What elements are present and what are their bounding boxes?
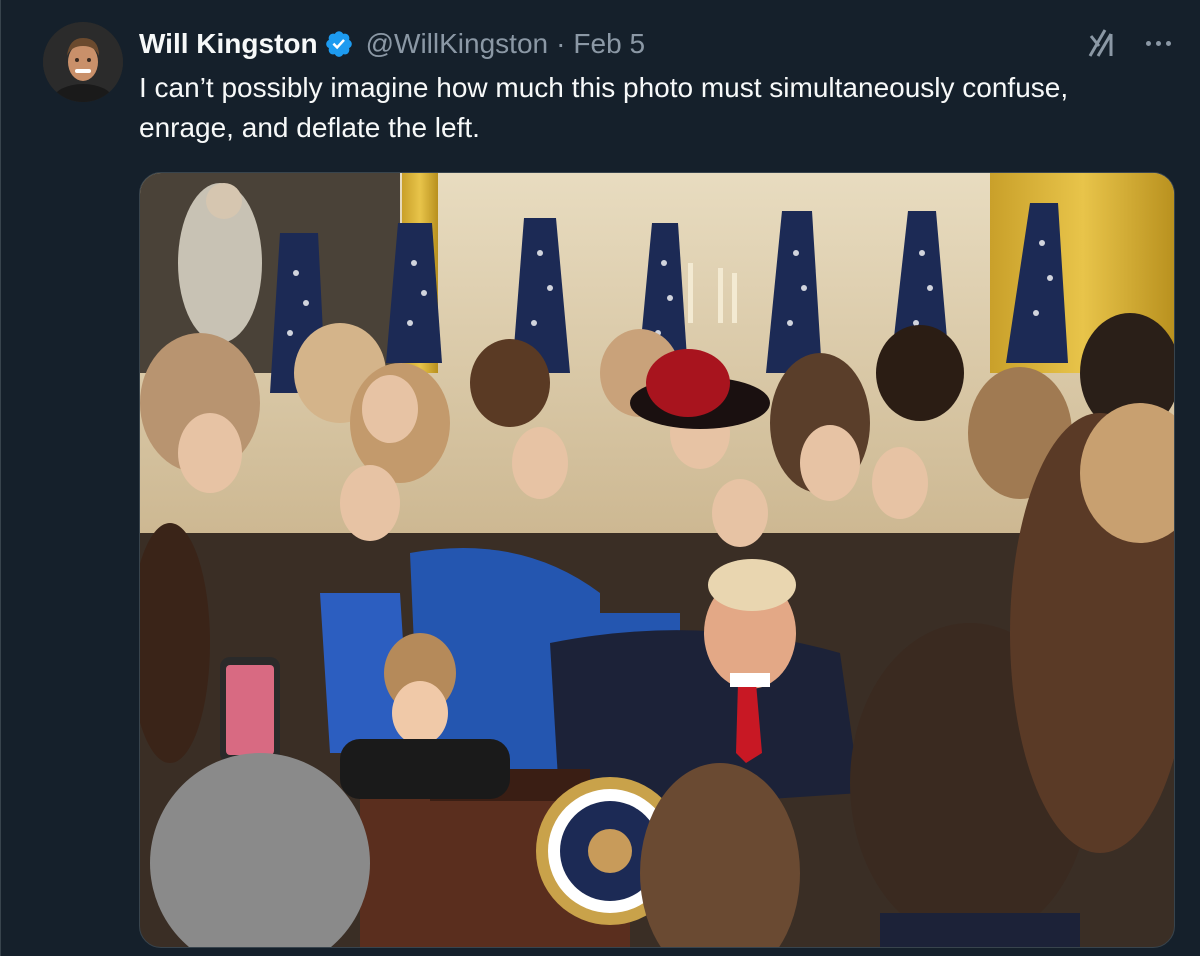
- avatar-image: [43, 22, 123, 102]
- tweet-card[interactable]: Will Kingston @WillKingston · Feb 5 I ca…: [0, 0, 1200, 956]
- author-name[interactable]: Will Kingston: [139, 28, 318, 60]
- more-dot: [1155, 40, 1161, 46]
- more-options-icon[interactable]: [1141, 26, 1175, 60]
- grok-icon[interactable]: [1085, 26, 1119, 60]
- author-avatar[interactable]: [43, 22, 123, 102]
- tweet-text: I can’t possibly imagine how much this p…: [139, 72, 1076, 143]
- verified-badge-icon: [324, 29, 354, 59]
- more-dot: [1165, 40, 1171, 46]
- tweet-date[interactable]: Feb 5: [573, 28, 645, 60]
- tweet-header: Will Kingston @WillKingston · Feb 5: [139, 24, 645, 64]
- header-separator: ·: [556, 28, 566, 59]
- author-handle[interactable]: @WillKingston: [366, 28, 548, 60]
- photo-image: [140, 173, 1174, 947]
- more-dot: [1145, 40, 1151, 46]
- tweet-photo[interactable]: [139, 172, 1175, 948]
